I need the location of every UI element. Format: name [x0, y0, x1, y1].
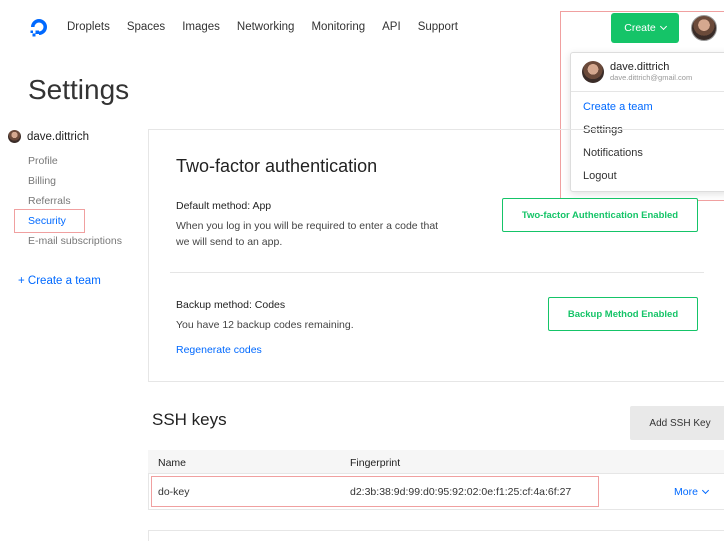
sidebar-user-name: dave.dittrich: [27, 130, 90, 143]
highlight-box-ssh-row: [151, 476, 599, 507]
nav-droplets[interactable]: Droplets: [67, 21, 110, 33]
sidebar-item-profile[interactable]: Profile: [28, 155, 58, 167]
ssh-keys-title: SSH keys: [152, 410, 227, 429]
more-button[interactable]: More: [674, 486, 709, 498]
backup-method-label: Backup method: Codes: [176, 299, 286, 311]
highlight-box-security: [14, 209, 85, 233]
sidebar-item-billing[interactable]: Billing: [28, 175, 56, 187]
nav-spaces[interactable]: Spaces: [127, 21, 165, 33]
nav-networking[interactable]: Networking: [237, 21, 295, 33]
avatar: [8, 130, 21, 143]
backup-method-enabled-button[interactable]: Backup Method Enabled: [548, 297, 698, 331]
digitalocean-logo-icon[interactable]: [28, 16, 50, 38]
more-label: More: [674, 486, 698, 498]
nav-support[interactable]: Support: [418, 21, 458, 33]
nav-api[interactable]: API: [382, 21, 401, 33]
sidebar-item-referrals[interactable]: Referrals: [28, 195, 71, 207]
column-header-name: Name: [158, 457, 187, 469]
chevron-down-icon: [701, 486, 709, 495]
next-card: [148, 530, 724, 541]
table-header: [148, 450, 724, 474]
add-ssh-key-button[interactable]: Add SSH Key: [630, 406, 724, 440]
card-divider: [170, 272, 704, 273]
nav-monitoring[interactable]: Monitoring: [311, 21, 365, 33]
nav-images[interactable]: Images: [182, 21, 220, 33]
sidebar-item-email-subscriptions[interactable]: E-mail subscriptions: [28, 235, 122, 247]
create-team-link[interactable]: + Create a team: [18, 275, 101, 287]
backup-method-desc: You have 12 backup codes remaining.: [176, 319, 354, 331]
two-factor-title: Two-factor authentication: [176, 156, 378, 176]
two-factor-enabled-button[interactable]: Two-factor Authentication Enabled: [502, 198, 698, 232]
top-nav: Droplets Spaces Images Networking Monito…: [67, 21, 475, 33]
column-header-fingerprint: Fingerprint: [350, 457, 401, 469]
default-method-desc-1: When you log in you will be required to …: [176, 220, 439, 232]
sidebar-user: dave.dittrich: [8, 130, 89, 143]
default-method-label: Default method: App: [176, 200, 272, 212]
regenerate-codes-link[interactable]: Regenerate codes: [176, 344, 262, 356]
default-method-desc-2: we will send to an app.: [176, 236, 283, 248]
page-title: Settings: [28, 74, 130, 105]
